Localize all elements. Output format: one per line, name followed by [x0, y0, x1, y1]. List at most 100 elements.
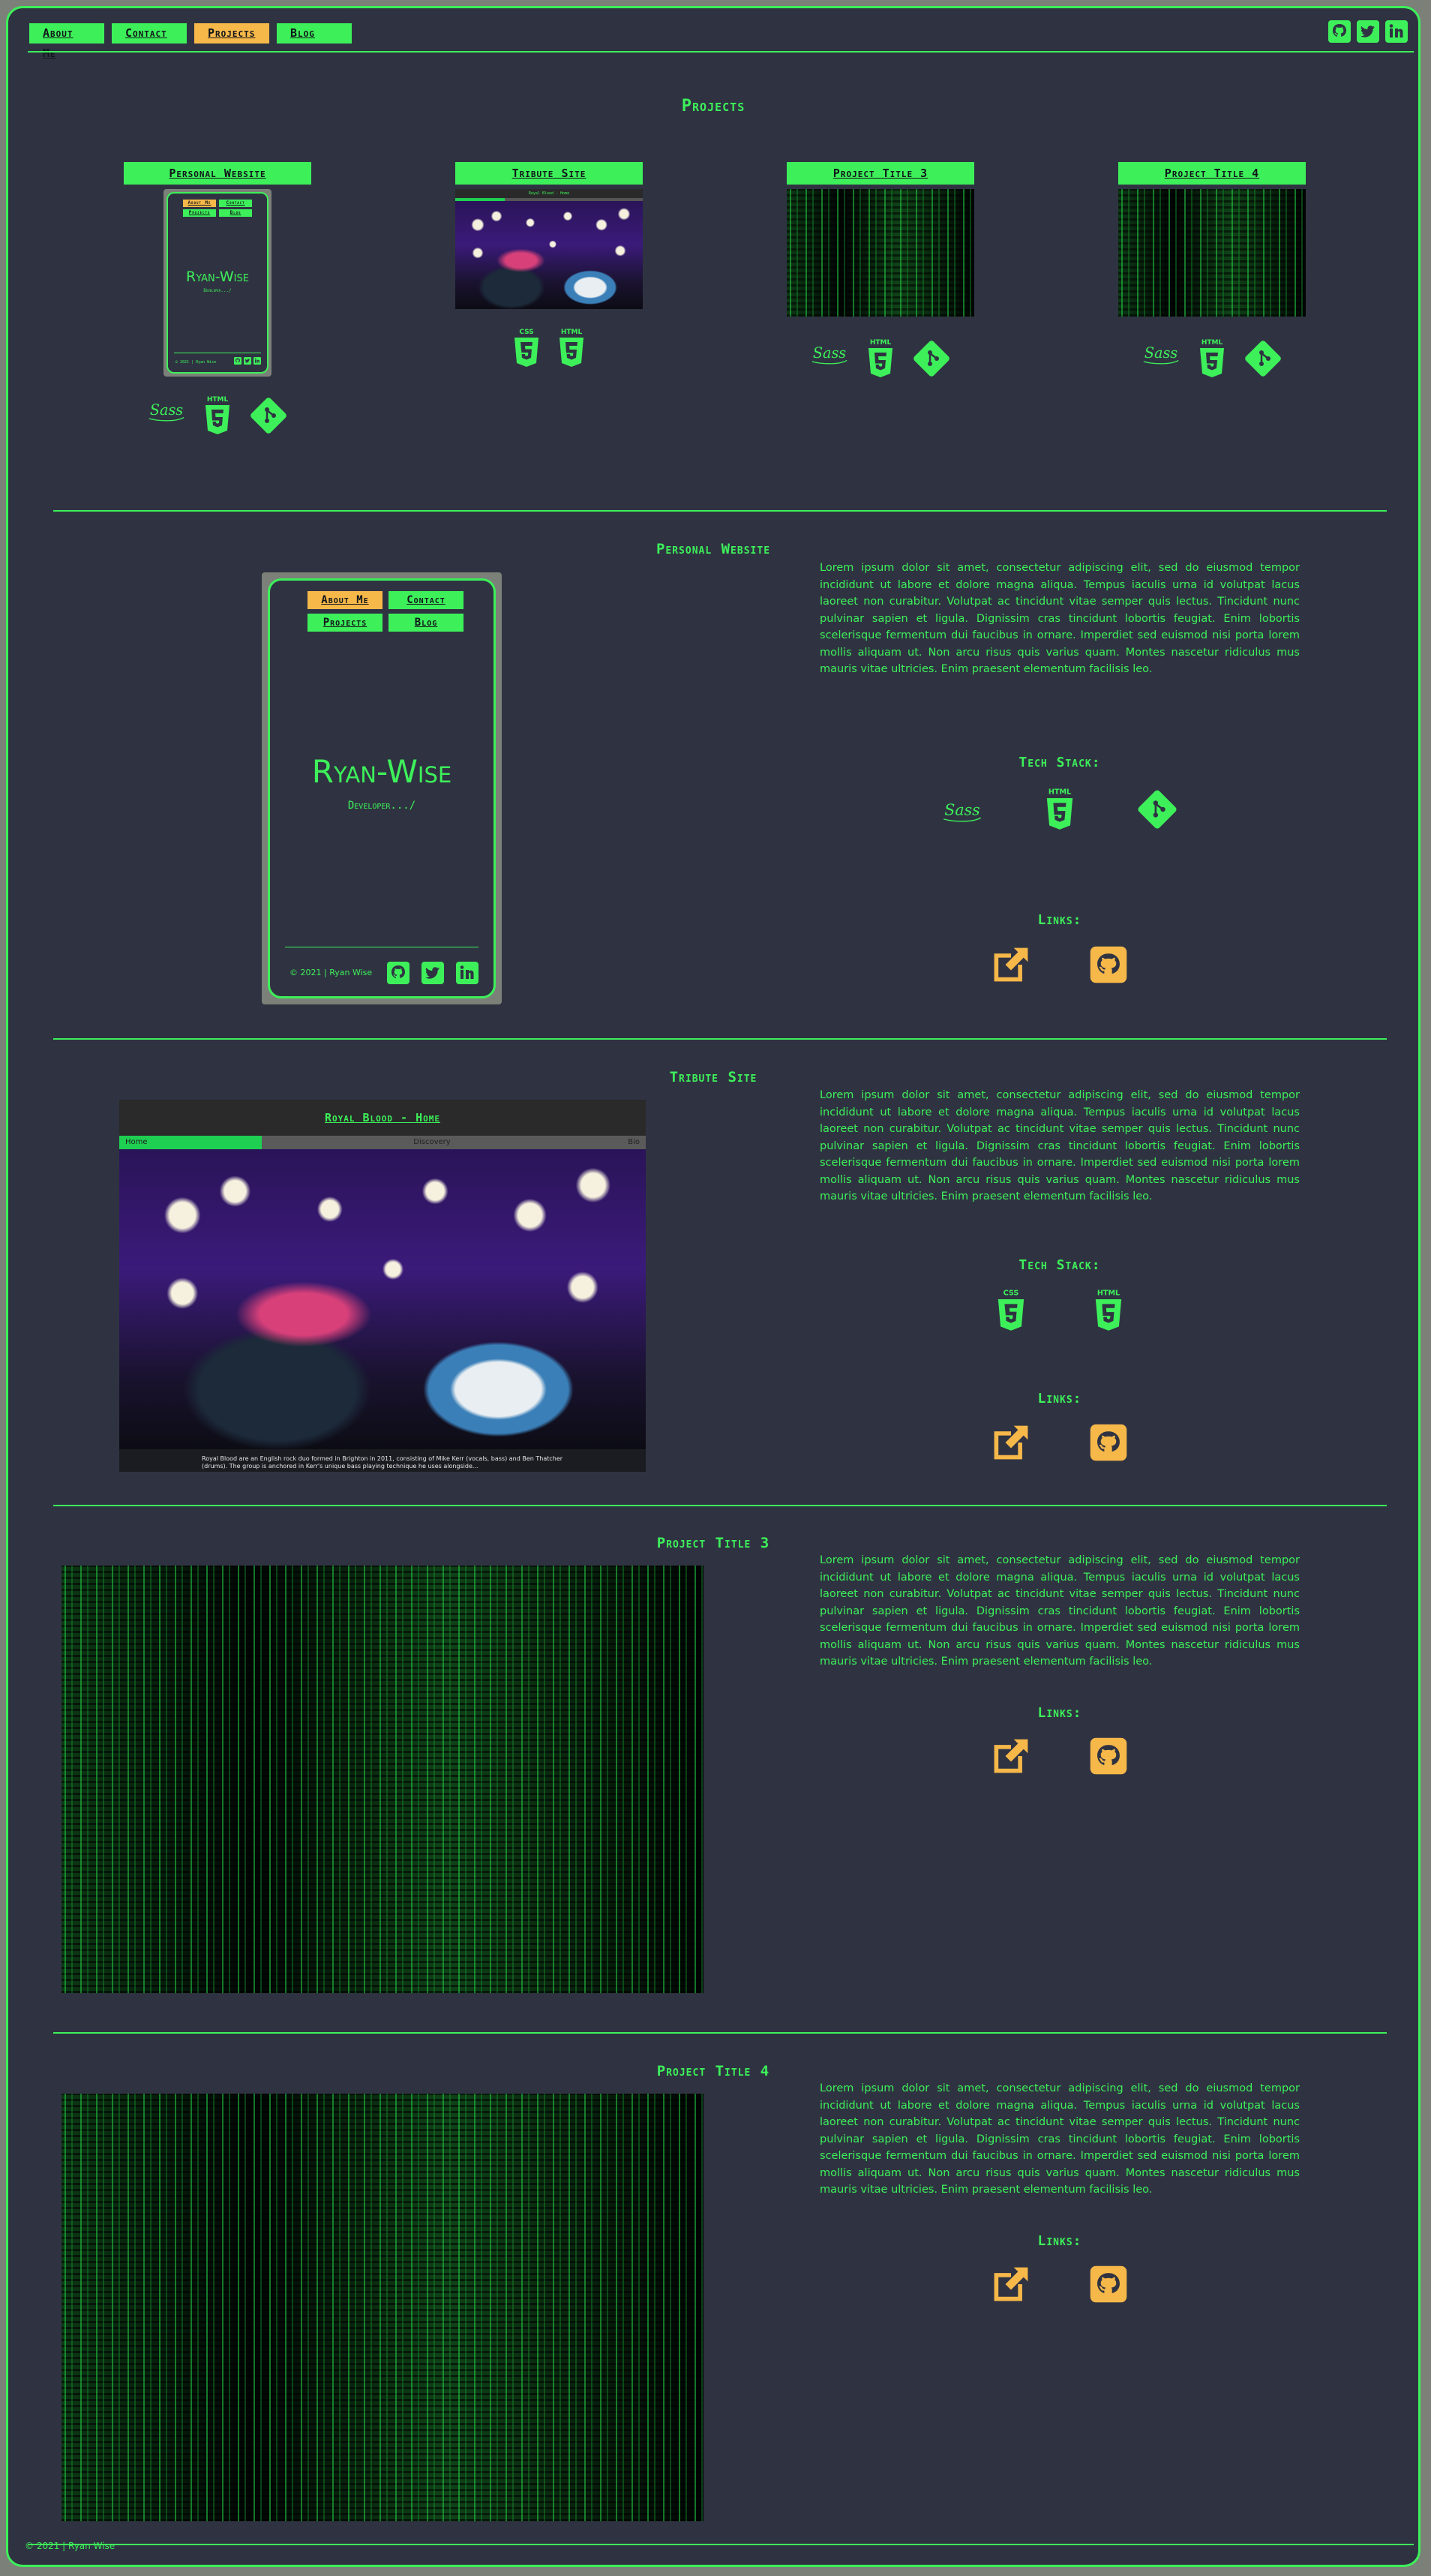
sass-icon [808, 338, 850, 368]
main-nav: About Me Contact Projects Blog [29, 23, 352, 60]
html5-icon [202, 395, 232, 437]
html5-icon [866, 338, 896, 380]
sass-icon [1140, 338, 1182, 368]
linkedin-icon [254, 357, 261, 365]
tribute-tab-bio: Bio [628, 1138, 640, 1146]
section-title-project-3: Project Title 3 [656, 1535, 770, 1551]
tech-stack-label: Tech Stack: [1018, 1257, 1101, 1273]
project-card-4[interactable]: Project Title 4 [1118, 162, 1306, 380]
section-divider [53, 510, 1387, 512]
twitter-icon [244, 357, 251, 365]
nav-projects[interactable]: Projects [194, 23, 269, 44]
project-card-label[interactable]: Tribute Site [455, 162, 643, 185]
project-links [820, 2262, 1300, 2307]
sass-icon [146, 395, 188, 425]
css3-icon [512, 327, 542, 369]
page-footer: © 2021 | Ryan Wise [25, 2541, 116, 2551]
github-icon[interactable] [1328, 20, 1351, 43]
project-card-label[interactable]: Project Title 3 [787, 162, 974, 185]
project-links [820, 942, 1300, 987]
project-card-3[interactable]: Project Title 3 [787, 162, 974, 380]
page-title: Projects [681, 97, 746, 116]
preview-name: Ryan-Wise [311, 753, 452, 790]
project-card-label[interactable]: Personal Website [124, 162, 311, 185]
github-icon [234, 357, 242, 365]
sass-icon [940, 792, 985, 827]
project-card-tribute[interactable]: Tribute Site Royal Blood - Home [455, 162, 643, 369]
preview-about-button: About Me [308, 591, 382, 609]
mini-tagline: Developer.../ [203, 288, 232, 293]
git-icon [910, 338, 952, 380]
footer-divider [28, 2544, 1414, 2545]
github-icon[interactable] [1088, 1735, 1130, 1777]
tech-stack-label: Tech Stack: [1018, 755, 1101, 770]
project-links [820, 1420, 1300, 1465]
external-link-icon[interactable] [990, 1735, 1032, 1777]
html5-icon [1043, 787, 1076, 832]
linkedin-icon [456, 962, 478, 984]
tribute-tab-home: Home [119, 1136, 262, 1149]
project-card-personal[interactable]: Personal Website About Me Contact Projec… [124, 162, 311, 437]
twitter-icon[interactable] [1357, 20, 1379, 43]
nav-about[interactable]: About Me [29, 23, 104, 60]
tech-stack [455, 327, 643, 369]
external-link-icon[interactable] [990, 1422, 1032, 1464]
project-card-label[interactable]: Project Title 4 [1118, 162, 1306, 185]
section-divider [53, 2032, 1387, 2034]
nav-divider [28, 51, 1414, 53]
html5-icon [556, 327, 586, 369]
links-label: Links: [1037, 1705, 1082, 1721]
section-divider [53, 1505, 1387, 1506]
mini-button: Contact [219, 200, 252, 207]
github-icon[interactable] [1088, 1422, 1130, 1464]
project-3-description: Lorem ipsum dolor sit amet, consectetur … [820, 1554, 1300, 1668]
github-icon[interactable] [1088, 2263, 1130, 2305]
links-label: Links: [1037, 2233, 1082, 2249]
mini-phone: About Me Contact Projects Blog Ryan-Wise… [166, 192, 268, 374]
preview-projects-button: Projects [308, 614, 382, 632]
nav-blog[interactable]: Blog [277, 23, 352, 44]
links-label: Links: [1037, 1391, 1082, 1407]
tech-stack [820, 1288, 1300, 1333]
personal-description: Lorem ipsum dolor sit amet, consectetur … [820, 562, 1300, 675]
project-thumbnail[interactable] [787, 189, 974, 317]
preview-footer: © 2021 | Ryan Wise [290, 968, 373, 977]
preview-contact-button: Contact [388, 591, 464, 609]
external-link-icon[interactable] [990, 2263, 1032, 2305]
phone-mockup: About Me Contact Projects Blog Ryan-Wise… [268, 578, 496, 998]
project-3-image[interactable] [62, 1566, 704, 1993]
external-link-icon[interactable] [990, 944, 1032, 986]
twitter-icon [422, 962, 444, 984]
mini-footer: © 2021 | Ryan Wise [176, 360, 217, 365]
project-links [820, 1734, 1300, 1779]
preview-tagline: Developer.../ [347, 800, 416, 812]
section-title-personal: Personal Website [656, 541, 771, 557]
tribute-tabs: Home Discovery Bio [119, 1136, 646, 1149]
section-title-project-4: Project Title 4 [656, 2063, 770, 2079]
github-icon [387, 962, 410, 984]
project-thumbnail[interactable]: Royal Blood - Home [455, 189, 643, 309]
linkedin-icon[interactable] [1385, 20, 1408, 43]
tribute-site-preview[interactable]: Royal Blood - Home Home Discovery Bio Ro… [119, 1100, 646, 1472]
github-icon[interactable] [1088, 944, 1130, 986]
nav-contact[interactable]: Contact [112, 23, 187, 44]
social-links [1328, 20, 1408, 43]
mini-tribute-title: Royal Blood - Home [455, 189, 643, 198]
band-photo [119, 1149, 646, 1449]
html5-icon [1092, 1288, 1125, 1333]
css3-icon [994, 1288, 1028, 1333]
project-thumbnail[interactable] [1118, 189, 1306, 317]
html5-icon [1197, 338, 1227, 380]
git-icon [248, 395, 290, 437]
project-4-image[interactable] [62, 2094, 704, 2521]
preview-blog-button: Blog [388, 614, 464, 632]
project-thumbnail[interactable]: About Me Contact Projects Blog Ryan-Wise… [164, 189, 272, 377]
personal-website-preview[interactable]: About Me Contact Projects Blog Ryan-Wise… [262, 572, 502, 1004]
tribute-caption: Royal Blood are an English rock duo form… [202, 1455, 563, 1470]
section-title-tribute: Tribute Site [669, 1069, 758, 1085]
mini-button: Blog [219, 209, 252, 217]
section-divider [53, 1038, 1387, 1040]
tech-stack [787, 338, 974, 380]
tribute-description: Lorem ipsum dolor sit amet, consectetur … [820, 1089, 1300, 1202]
page-frame: About Me Contact Projects Blog Projects … [6, 6, 1420, 2567]
